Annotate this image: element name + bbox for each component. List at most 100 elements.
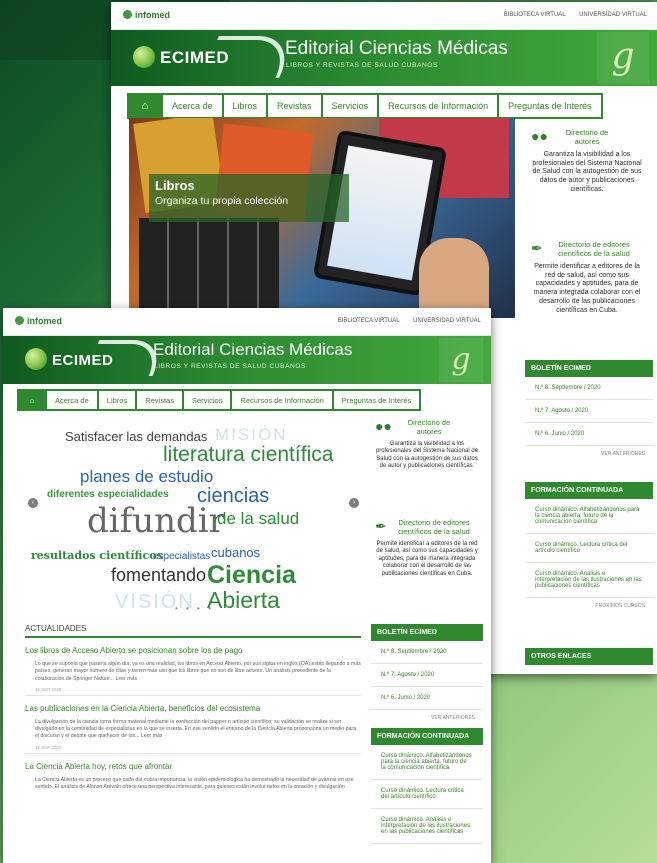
news-article-body: Lo que se suponía que pasaría algún día,… — [35, 661, 361, 682]
boletin-item[interactable]: N.º 6. Junio / 2020 — [525, 423, 653, 446]
formacion-item[interactable]: Curso dinámico. Lectura crítica del artí… — [371, 780, 483, 809]
infomed-logo[interactable]: infomed — [123, 10, 170, 20]
formacion-header: FORMACIÓN CONTINUADA — [371, 728, 483, 745]
news-article-body: La Ciencia Abierta es un proceso que cad… — [35, 776, 354, 790]
wordcloud-word: de la salud — [217, 509, 300, 528]
site-title: Editorial Ciencias Médicas — [285, 38, 508, 59]
hand-image — [419, 238, 489, 318]
gef-logo: g — [439, 338, 483, 382]
nav-recursos[interactable]: Recursos de Información — [379, 93, 500, 119]
wordcloud-word: Satisfacer las demandas — [65, 429, 208, 444]
main-nav: ⌂ Acerca de Libros Revistas Servicios Re… — [3, 384, 491, 414]
users-icon: ●● — [375, 418, 392, 434]
carousel-next-icon[interactable]: › — [349, 498, 359, 508]
link-universidad-virtual[interactable]: UNIVERSIDAD VIRTUAL — [579, 12, 647, 18]
news-article-title[interactable]: Los libros de Acceso Abierto se posicion… — [25, 646, 361, 655]
otros-enlaces-box: OTROS ENLACES — [525, 648, 653, 665]
news-article-date: 15 SEP 2020 — [35, 744, 62, 750]
news-article: Las publicaciones en la Ciencia Abierta,… — [25, 696, 361, 754]
formacion-item[interactable]: Curso dinámico. Alfabetizándonos para la… — [525, 499, 653, 534]
formacion-more-link[interactable]: PRÓXIMOS CURSOS — [525, 598, 653, 614]
main-nav: ⌂ Acerca de Libros Revistas Servicios Re… — [111, 86, 657, 120]
home-icon[interactable]: ⌂ — [127, 93, 163, 119]
directorio-autores-text: Garantiza la visibilidad a los profesion… — [532, 150, 642, 193]
hero-title: Libros — [155, 178, 195, 193]
news-article-title[interactable]: Las publicaciones en la Ciencia Abierta,… — [25, 704, 361, 713]
nav-acerca-de[interactable]: Acerca de — [163, 93, 224, 119]
wordcloud-word: difundir — [87, 501, 225, 541]
directorio-editores-link[interactable]: Directorio de editores científicos de la… — [553, 240, 635, 258]
home-icon[interactable]: ⌂ — [17, 389, 47, 411]
infomed-icon — [15, 316, 24, 325]
boletin-item[interactable]: N.º 8. Septiembre / 2020 — [525, 377, 653, 400]
boletin-box: BOLETÍN ECIMED N.º 8. Septiembre / 2020 … — [371, 624, 483, 726]
directorio-editores-block: ✒ Directorio de editores científicos de l… — [531, 240, 643, 315]
site-subtitle: LIBROS Y REVISTAS DE SALUD CUBANOS — [154, 363, 306, 370]
directorio-autores-link[interactable]: Directorio de autores — [397, 418, 461, 436]
nav-acerca-de[interactable]: Acerca de — [47, 389, 99, 411]
formacion-item[interactable]: Curso dinámico. Análisis e interpretació… — [525, 563, 653, 598]
boletin-box: BOLETÍN ECIMED N.º 8. Septiembre / 2020 … — [525, 360, 653, 462]
formacion-item[interactable]: Curso dinámico. Lectura crítica del artí… — [525, 534, 653, 563]
site-title: Editorial Ciencias Médicas — [153, 340, 353, 359]
link-biblioteca-virtual[interactable]: BIBLIOTECA VIRTUAL — [504, 12, 566, 18]
brain-scan-image — [139, 218, 279, 318]
news-article-body: La divulgación de la ciencia toma forma … — [35, 718, 356, 740]
boletin-item[interactable]: N.º 7. Agosto / 2020 — [371, 664, 483, 687]
boletin-header: BOLETÍN ECIMED — [371, 624, 483, 641]
news-heading: ACTUALIDADES — [25, 624, 361, 638]
nav-servicios[interactable]: Servicios — [183, 389, 233, 411]
pen-icon: ✒ — [531, 240, 543, 256]
infomed-logo[interactable]: infomed — [15, 316, 62, 326]
nav-recursos[interactable]: Recursos de Información — [232, 389, 334, 411]
link-biblioteca-virtual[interactable]: BIBLIOTECA VIRTUAL — [338, 318, 400, 324]
directorio-editores-text: Permite identificar a editores de la red… — [533, 262, 641, 314]
wordcloud-carousel[interactable]: Satisfacer las demandas MISIÓN literatur… — [25, 411, 365, 617]
wordcloud-word: cubanos — [211, 545, 261, 560]
carousel-dots[interactable]: • • • • — [175, 604, 214, 613]
news-article: La Ciencia Abierta hoy, retos que afront… — [25, 754, 361, 795]
formacion-item[interactable]: Curso dinámico. Alfabetizándonos para la… — [371, 745, 483, 780]
wordcloud-word: especialistas — [153, 551, 211, 562]
nav-libros[interactable]: Libros — [98, 389, 138, 411]
nav-preguntas[interactable]: Preguntas de Interés — [499, 93, 603, 119]
nav-revistas[interactable]: Revistas — [137, 389, 184, 411]
site-subtitle: LIBROS Y REVISTAS DE SALUD CUBANOS — [286, 62, 438, 69]
formacion-box: FORMACIÓN CONTINUADA Curso dinámico. Alf… — [525, 482, 653, 614]
wordcloud-word: diferentes especialidades — [47, 489, 169, 500]
nav-revistas[interactable]: Revistas — [268, 93, 323, 119]
wordcloud-word: fomentando — [111, 565, 207, 585]
swoosh-graphic — [199, 36, 299, 78]
boletin-more-link[interactable]: VER ANTERIORES — [525, 446, 653, 462]
wordcloud-word: MISIÓN — [215, 425, 288, 444]
formacion-header: FORMACIÓN CONTINUADA — [525, 482, 653, 499]
hero-subtitle: Organiza tu propia colección — [155, 195, 289, 207]
header-banner: ECIMED Editorial Ciencias Médicas LIBROS… — [111, 30, 657, 86]
nav-servicios[interactable]: Servicios — [322, 93, 380, 119]
nav-libros[interactable]: Libros — [223, 93, 269, 119]
carousel-prev-icon[interactable]: ‹ — [28, 498, 38, 508]
news-section: ACTUALIDADES Los libros de Acceso Abiert… — [25, 624, 361, 794]
directorio-autores-text: Garantiza la visibilidad a los profesion… — [375, 440, 479, 470]
boletin-item[interactable]: N.º 7. Agosto / 2020 — [525, 400, 653, 423]
news-article-title[interactable]: La Ciencia Abierta hoy, retos que afront… — [25, 762, 361, 771]
hero-carousel[interactable]: Libros Organiza tu propia colección — [129, 118, 515, 318]
nav-preguntas[interactable]: Preguntas de Interés — [333, 389, 422, 411]
top-links: BIBLIOTECA VIRTUAL UNIVERSIDAD VIRTUAL — [492, 12, 647, 18]
link-universidad-virtual[interactable]: UNIVERSIDAD VIRTUAL — [413, 318, 481, 324]
hero-caption: Libros Organiza tu propia colección — [149, 174, 349, 222]
ecimed-logo-icon — [133, 46, 155, 68]
wordcloud-word: planes de estudio — [80, 467, 214, 486]
directorio-autores-link[interactable]: Directorio de autores — [553, 128, 621, 146]
boletin-item[interactable]: N.º 6. Junio / 2020 — [371, 687, 483, 710]
boletin-item[interactable]: N.º 8. Septiembre / 2020 — [371, 641, 483, 664]
boletin-more-link[interactable]: VER ANTERIORES — [371, 710, 483, 726]
wordcloud-word: resultados científicos — [31, 549, 163, 562]
front-page-screenshot: infomed BIBLIOTECA VIRTUAL UNIVERSIDAD V… — [3, 308, 491, 863]
top-bar: infomed BIBLIOTECA VIRTUAL UNIVERSIDAD V… — [3, 308, 491, 336]
directorio-editores-text: Permite identificar a editores de la red… — [376, 540, 478, 577]
otros-enlaces-header: OTROS ENLACES — [525, 648, 653, 665]
directorio-editores-link[interactable]: Directorio de editores científicos de la… — [397, 518, 471, 536]
formacion-item[interactable]: Curso dinámico. Análisis e interpretació… — [371, 809, 483, 844]
ecimed-logo-icon — [25, 348, 47, 370]
